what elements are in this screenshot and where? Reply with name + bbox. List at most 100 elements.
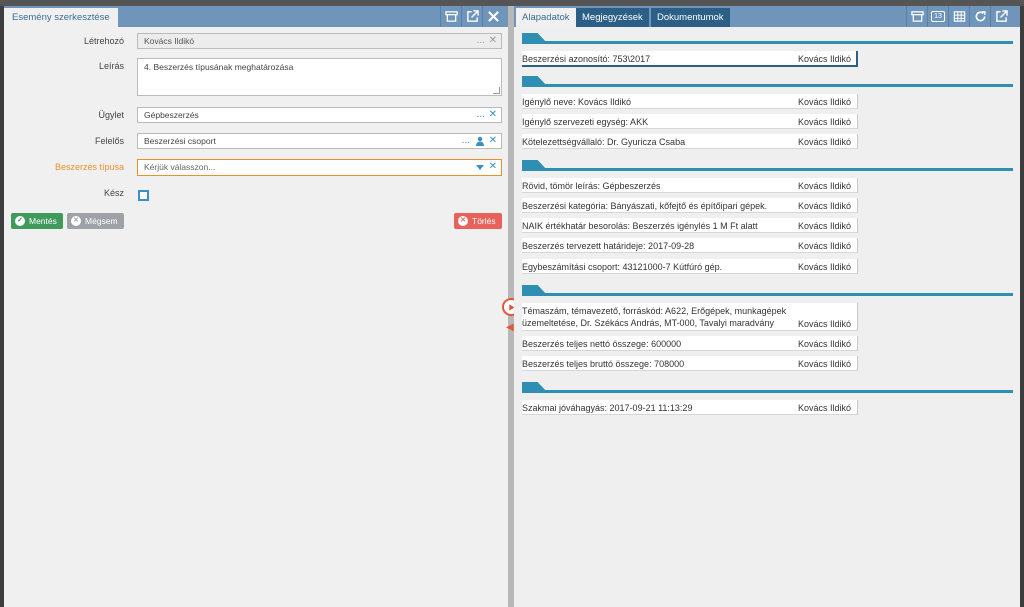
section-divider bbox=[522, 382, 1013, 393]
section-divider bbox=[522, 76, 1013, 87]
list-item-text: Igénylő neve: Kovács Ildikó bbox=[522, 97, 632, 107]
list-item: Beszerzési azonosító: 753\2017 Kovács Il… bbox=[522, 51, 858, 67]
refresh-icon[interactable] bbox=[969, 6, 990, 27]
list-item-text: Témaszám, témavezető, forráskód: A622, E… bbox=[522, 306, 787, 328]
archive-icon[interactable] bbox=[906, 6, 927, 27]
responsible-clear-icon[interactable]: ✕ bbox=[489, 134, 497, 148]
event-editor-panel: Esemény szerkesztése Létrehozó Kovács Il… bbox=[4, 6, 508, 607]
list-item-text: Kötelezettségvállaló: Dr. Gyuricza Csaba bbox=[522, 137, 686, 147]
cancel-icon: ✕ bbox=[71, 216, 81, 226]
collapse-arrow-icon: ◀ bbox=[506, 322, 514, 333]
external-link-icon[interactable] bbox=[990, 6, 1011, 27]
tab-alapadatok[interactable]: Alapadatok bbox=[516, 8, 577, 27]
transaction-ellipsis-icon[interactable]: ... bbox=[477, 108, 485, 122]
section-divider bbox=[522, 160, 1013, 171]
done-checkbox[interactable] bbox=[138, 190, 149, 201]
responsible-field[interactable]: Beszerzési csoport ... ✕ bbox=[137, 133, 502, 149]
save-button[interactable]: ✓ Mentés bbox=[11, 213, 63, 229]
list-item: Témaszám, témavezető, forráskód: A622, E… bbox=[522, 303, 858, 331]
list-item-user: Kovács Ildikó bbox=[798, 403, 852, 413]
list-item: Kötelezettségvállaló: Dr. Gyuricza Csaba… bbox=[522, 134, 858, 149]
list-item-text: NAIK értékhatár besorolás: Beszerzés igé… bbox=[522, 221, 758, 231]
list-item-user: Kovács Ildikó bbox=[798, 137, 852, 147]
details-header: Alapadatok Megjegyzések Dokumentumok 13 bbox=[514, 6, 1020, 27]
creator-label: Létrehozó bbox=[83, 36, 124, 46]
creator-clear-icon: ✕ bbox=[488, 35, 497, 46]
list-item: Igénylő neve: Kovács Ildikó Kovács Ildik… bbox=[522, 94, 858, 109]
list-item-user: Kovács Ildikó bbox=[798, 54, 852, 64]
right-background-strip bbox=[1020, 6, 1024, 607]
delete-button[interactable]: ✕ Törlés bbox=[454, 213, 502, 229]
list-item: Beszerzési kategória: Bányászati, kőfejt… bbox=[522, 198, 858, 213]
badge-icon[interactable]: 13 bbox=[927, 6, 948, 27]
responsible-ellipsis-icon[interactable]: ... bbox=[462, 134, 470, 148]
list-item: Beszerzés teljes nettó összege: 600000 K… bbox=[522, 336, 858, 351]
list-item-text: Rövid, tömör leírás: Gépbeszerzés bbox=[522, 181, 661, 191]
list-item-text: Szakmai jóváhagyás: 2017-09-21 11:13:29 bbox=[522, 403, 693, 413]
list-item: NAIK értékhatár besorolás: Beszerzés igé… bbox=[522, 218, 858, 233]
transaction-value: Gépbeszerzés bbox=[144, 110, 199, 120]
section-divider bbox=[522, 285, 1013, 296]
list-item-text: Beszerzés teljes nettó összege: 600000 bbox=[522, 339, 682, 349]
transaction-field[interactable]: Gépbeszerzés ... ✕ bbox=[137, 107, 502, 123]
close-icon[interactable] bbox=[482, 6, 503, 27]
procurement-type-placeholder: Kérjük válasszon... bbox=[144, 162, 216, 172]
transaction-clear-icon[interactable]: ✕ bbox=[489, 108, 497, 122]
list-item: Szakmai jóváhagyás: 2017-09-21 11:13:29 … bbox=[522, 400, 858, 415]
list-item-text: Igénylő szervezeti egység: AKK bbox=[522, 117, 649, 127]
list-item: Beszerzés teljes bruttó összege: 708000 … bbox=[522, 356, 858, 371]
resize-grip-icon[interactable] bbox=[493, 87, 500, 94]
grid-icon[interactable] bbox=[948, 6, 969, 27]
list-item-user: Kovács Ildikó bbox=[798, 339, 852, 349]
transaction-label: Ügylet bbox=[98, 110, 124, 120]
procurement-type-select[interactable]: Kérjük válasszon... ✕ bbox=[137, 159, 502, 176]
list-item-user: Kovács Ildikó bbox=[798, 117, 852, 127]
list-item-user: Kovács Ildikó bbox=[798, 201, 852, 211]
list-item-text: Beszerzési azonosító: 753\2017 bbox=[522, 54, 651, 64]
details-panel: Alapadatok Megjegyzések Dokumentumok 13 … bbox=[514, 6, 1020, 607]
list-item-user: Kovács Ildikó bbox=[798, 181, 852, 191]
archive-icon[interactable] bbox=[440, 6, 461, 27]
description-value: 4. Beszerzés típusának meghatározása bbox=[144, 62, 294, 72]
user-icon[interactable] bbox=[475, 134, 485, 148]
list-item: Rövid, tömör leírás: Gépbeszerzés Kovács… bbox=[522, 178, 858, 193]
creator-value: Kovács Ildikó bbox=[144, 36, 195, 46]
cancel-button[interactable]: ✕ Mégsem bbox=[67, 213, 124, 229]
tab-megjegyzesek[interactable]: Megjegyzések bbox=[576, 8, 650, 27]
list-item-user: Kovács Ildikó bbox=[798, 319, 852, 329]
event-editor-header: Esemény szerkesztése bbox=[4, 6, 508, 27]
responsible-label: Felelős bbox=[94, 136, 124, 146]
description-label: Leírás bbox=[98, 61, 124, 71]
event-editor-tab[interactable]: Esemény szerkesztése bbox=[4, 8, 118, 27]
list-item-user: Kovács Ildikó bbox=[798, 97, 852, 107]
delete-button-label: Törlés bbox=[472, 216, 496, 226]
list-item-user: Kovács Ildikó bbox=[798, 359, 852, 369]
cancel-button-label: Mégsem bbox=[85, 216, 118, 226]
list-item-user: Kovács Ildikó bbox=[798, 262, 852, 272]
list-item-text: Beszerzési kategória: Bányászati, kőfejt… bbox=[522, 201, 768, 211]
details-header-icons: 13 bbox=[906, 6, 1011, 27]
list-item-user: Kovács Ildikó bbox=[798, 221, 852, 231]
tab-dokumentumok[interactable]: Dokumentumok bbox=[651, 8, 731, 27]
list-item-text: Egybeszámítási csoport: 43121000-7 Kútfú… bbox=[522, 262, 723, 272]
list-item-text: Beszerzés tervezett határideje: 2017-09-… bbox=[522, 241, 695, 251]
check-icon: ✓ bbox=[15, 216, 25, 226]
chevron-down-icon[interactable] bbox=[475, 160, 485, 174]
procurement-type-label: Beszerzés típusa bbox=[54, 162, 124, 172]
list-item: Igénylő szervezeti egység: AKK Kovács Il… bbox=[522, 114, 858, 129]
save-button-label: Mentés bbox=[29, 216, 57, 226]
procurement-type-clear-icon[interactable]: ✕ bbox=[489, 160, 497, 174]
section-divider bbox=[522, 33, 1013, 44]
responsible-value: Beszerzési csoport bbox=[144, 136, 216, 146]
external-link-icon[interactable] bbox=[461, 6, 482, 27]
delete-icon: ✕ bbox=[458, 216, 468, 226]
list-item: Egybeszámítási csoport: 43121000-7 Kútfú… bbox=[522, 259, 858, 274]
description-textarea[interactable]: 4. Beszerzés típusának meghatározása bbox=[137, 58, 502, 96]
badge-count: 13 bbox=[931, 11, 945, 22]
done-label: Kész bbox=[103, 188, 124, 198]
event-editor-header-icons bbox=[440, 6, 503, 27]
list-item: Beszerzés tervezett határideje: 2017-09-… bbox=[522, 238, 858, 253]
creator-field: Kovács Ildikó ... ✕ bbox=[137, 33, 502, 49]
list-item-user: Kovács Ildikó bbox=[798, 241, 852, 251]
creator-ellipsis-icon: ... bbox=[476, 35, 485, 46]
